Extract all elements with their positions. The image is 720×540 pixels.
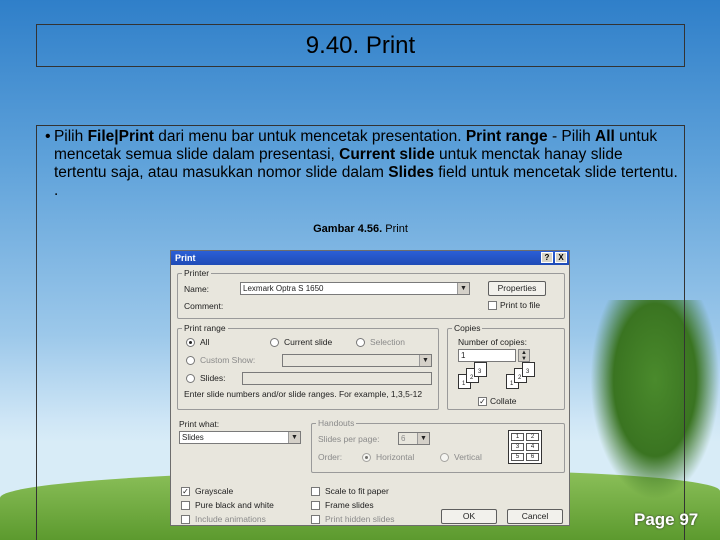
range-custom-radio[interactable] [186, 356, 195, 365]
print-what-value: Slides [182, 433, 204, 442]
bullet-marker: • [45, 128, 51, 145]
range-custom-label: Custom Show: [200, 355, 256, 365]
caption-number: Gambar 4.56. [313, 223, 383, 235]
order-vertical-label: Vertical [454, 452, 482, 462]
bullet-text: Pilih File|Print dari menu bar untuk men… [54, 128, 678, 200]
copies-spinner[interactable]: ▲ ▼ [518, 349, 530, 362]
print-hidden-checkbox[interactable] [311, 515, 320, 524]
handout-thumb: 1 [511, 433, 524, 441]
handout-thumb: 6 [526, 453, 539, 461]
chevron-down-icon: ▼ [419, 355, 431, 366]
range-slides-radio[interactable] [186, 374, 195, 383]
handout-thumb: 5 [511, 453, 524, 461]
chevron-down-icon: ▼ [417, 433, 429, 444]
include-animations-label: Include animations [195, 514, 266, 524]
print-hidden-label: Print hidden slides [325, 514, 395, 524]
copies-label: Copies [452, 323, 483, 333]
dialog-title: Print [175, 253, 196, 263]
figure-caption: Gambar 4.56. Print [37, 223, 684, 235]
pure-bw-label: Pure black and white [195, 500, 274, 510]
printer-group-label: Printer [182, 268, 212, 278]
grayscale-label: Grayscale [195, 486, 234, 496]
slide-content-box: • Pilih File|Print dari menu bar untuk m… [36, 125, 685, 540]
custom-show-select[interactable]: ▼ [282, 354, 432, 367]
order-horizontal-radio[interactable] [362, 453, 371, 462]
handouts-group: Handouts Slides per page: 6 ▼ Order: Hor… [311, 418, 565, 473]
print-range-group: Print range All Current slide Selection … [177, 323, 439, 410]
printer-name-select[interactable]: Lexmark Optra S 1650 ▼ [240, 282, 470, 295]
collate-checkbox[interactable]: ✓ [478, 397, 487, 406]
slides-per-page-select[interactable]: 6 ▼ [398, 432, 430, 445]
range-current-radio[interactable] [270, 338, 279, 347]
name-label: Name: [184, 284, 210, 294]
chevron-down-icon: ▼ [288, 432, 300, 443]
body-text-bold: Current slide [339, 146, 435, 163]
range-current-label: Current slide [284, 337, 333, 347]
body-text-segment: Pilih [53, 128, 88, 145]
handout-thumb: 2 [526, 433, 539, 441]
body-text-bold: All [595, 128, 615, 145]
print-what-select[interactable]: Slides ▼ [179, 431, 301, 444]
printer-group: Printer Name: Lexmark Optra S 1650 ▼ Pro… [177, 268, 565, 319]
slides-per-page-label: Slides per page: [318, 434, 380, 444]
order-label: Order: [318, 452, 343, 462]
bullet-row: • Pilih File|Print dari menu bar untuk m… [45, 128, 678, 200]
print-to-file-label: Print to file [500, 300, 541, 310]
help-button[interactable]: ? [541, 252, 553, 263]
pure-bw-checkbox[interactable] [181, 501, 190, 510]
caption-text: Print [382, 223, 408, 235]
close-button[interactable]: X [555, 252, 567, 263]
handout-layout-preview: 1 2 3 4 5 6 [508, 430, 542, 464]
range-selection-radio[interactable] [356, 338, 365, 347]
slide-title-box: 9.40. Print [36, 24, 685, 67]
frame-slides-checkbox[interactable] [311, 501, 320, 510]
print-to-file-checkbox[interactable] [488, 301, 497, 310]
body-text-bold: Print range [465, 128, 548, 145]
collate-page-icon: 3 [522, 362, 535, 377]
num-copies-value: 1 [461, 351, 466, 360]
num-copies-label: Number of copies: [458, 337, 527, 347]
range-hint: Enter slide numbers and/or slide ranges.… [184, 389, 423, 399]
chevron-down-icon: ▼ [457, 283, 469, 294]
collate-page-icon: 3 [474, 362, 487, 377]
order-horizontal-label: Horizontal [376, 452, 415, 462]
include-animations-checkbox[interactable] [181, 515, 190, 524]
range-all-radio[interactable] [186, 338, 195, 347]
range-all-label: All [200, 337, 210, 347]
handout-thumb: 3 [511, 443, 524, 451]
collate-label: Collate [490, 396, 517, 406]
grayscale-checkbox[interactable]: ✓ [181, 487, 190, 496]
dialog-titlebar: Print ? X [171, 251, 569, 265]
printer-name-value: Lexmark Optra S 1650 [243, 284, 324, 293]
order-vertical-radio[interactable] [440, 453, 449, 462]
body-text-segment: - Pilih [547, 128, 596, 145]
num-copies-input[interactable]: 1 [458, 349, 516, 362]
frame-slides-label: Frame slides [325, 500, 374, 510]
handouts-label: Handouts [316, 418, 357, 428]
properties-button[interactable]: Properties [488, 281, 546, 296]
scale-to-fit-checkbox[interactable] [311, 487, 320, 496]
slide-title: 9.40. Print [305, 31, 416, 59]
scale-to-fit-label: Scale to fit paper [325, 486, 389, 496]
slides-input[interactable] [242, 372, 432, 385]
cancel-button[interactable]: Cancel [507, 509, 563, 524]
range-slides-label: Slides: [200, 373, 226, 383]
body-text-bold: File|Print [87, 128, 154, 145]
handout-thumb: 4 [526, 443, 539, 451]
ok-button[interactable]: OK [441, 509, 497, 524]
range-selection-label: Selection [370, 337, 405, 347]
body-text-segment: dari menu bar untuk mencetak presentatio… [153, 128, 466, 145]
body-text-bold: Slides [388, 164, 434, 181]
comment-label: Comment: [184, 301, 224, 311]
print-dialog: Print ? X Printer Name: Lexmark Optra S … [170, 250, 570, 526]
copies-group: Copies Number of copies: 1 ▲ ▼ 1 2 3 1 2 … [447, 323, 565, 410]
slides-per-page-value: 6 [401, 434, 406, 443]
print-what-label: Print what: [179, 419, 220, 429]
page-number: Page 97 [634, 510, 699, 529]
print-range-label: Print range [182, 323, 228, 333]
